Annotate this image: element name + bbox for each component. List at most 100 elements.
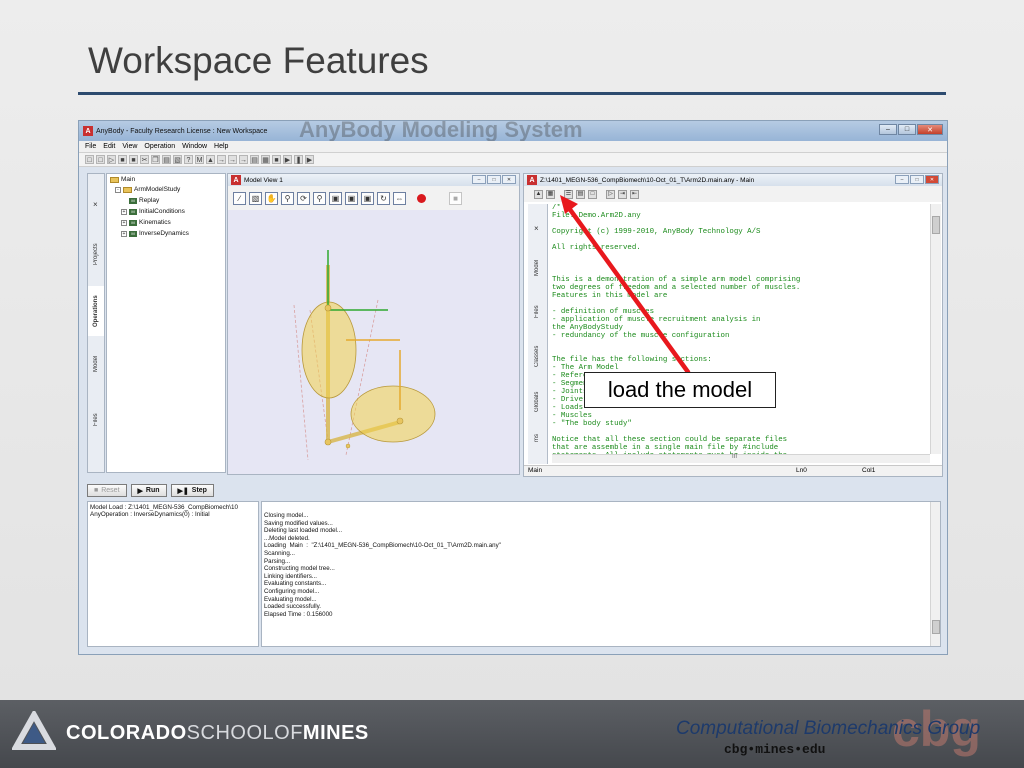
model-tree-icon[interactable]: ▦ — [546, 189, 555, 199]
play-icon[interactable]: ▶ — [283, 155, 292, 164]
tab-files[interactable]: Files — [528, 298, 546, 326]
tree-node-inversedynamics[interactable]: + M InverseDynamics — [121, 230, 189, 237]
open-file-icon[interactable]: ▷ — [606, 189, 615, 199]
tree-node-initialconditions[interactable]: + M InitialConditions — [121, 208, 185, 215]
menu-view[interactable]: View — [122, 143, 137, 150]
spin-icon[interactable]: ↻ — [377, 191, 390, 205]
copy-icon[interactable]: ❐ — [151, 155, 160, 164]
list-icon[interactable]: ☰ — [564, 189, 573, 199]
mv-close-button[interactable]: ✕ — [502, 175, 516, 184]
mv-minimize-button[interactable]: – — [472, 175, 486, 184]
model-tree-icon[interactable]: ▦ — [261, 155, 270, 164]
editor-titlebar: A Z:\1401_MEGN-536_CompBiomech\10-Oct_01… — [524, 174, 942, 186]
menu-edit[interactable]: Edit — [103, 143, 115, 150]
maximize-button[interactable]: □ — [898, 124, 916, 135]
tree-node-study[interactable]: - ArmModelStudy — [115, 186, 180, 193]
view-front-icon[interactable]: ▣ — [329, 191, 342, 205]
open-icon[interactable]: ▷ — [107, 155, 116, 164]
rotate-icon[interactable]: ⟳ — [297, 191, 310, 205]
close-button[interactable]: ✕ — [917, 124, 943, 135]
code-editor[interactable]: /* File: Demo.Arm2D.any Copyright (c) 1999… — [552, 204, 928, 454]
tab-operations[interactable]: Operations — [88, 286, 104, 336]
code-line: This is a demonstration of a simple arm … — [552, 276, 801, 284]
tab-model[interactable]: Model — [88, 346, 104, 382]
run-script-icon[interactable]: ▤ — [576, 189, 585, 199]
pause-icon[interactable]: ❚ — [294, 155, 303, 164]
tree-node-kinematics[interactable]: + M Kinematics — [121, 219, 171, 226]
school-name-part: COLORADO — [66, 722, 187, 744]
scroll-thumb[interactable] — [932, 216, 940, 234]
macro-icon[interactable]: M — [195, 155, 204, 164]
move-icon[interactable]: ⇔ — [393, 191, 406, 205]
close-panel-icon[interactable]: × — [93, 200, 98, 209]
pan-hand-icon[interactable]: ✋ — [265, 191, 278, 205]
model-view-window-buttons: – □ ✕ — [472, 175, 516, 184]
record-icon[interactable] — [417, 193, 426, 203]
ed-minimize-button[interactable]: – — [895, 175, 909, 184]
run-button[interactable]: ▶ Run — [130, 484, 167, 497]
new-main-icon[interactable]: □ — [96, 155, 105, 164]
expand-icon[interactable]: + — [121, 219, 127, 226]
scroll-thumb[interactable] — [932, 620, 940, 634]
editor-toolbar: ▲ ▦ ☰ ▤ □ ▷ ⇥ ⇤ — [524, 186, 942, 202]
tab-ms[interactable]: ms — [528, 430, 546, 446]
operations-tree: Main - ArmModelStudy M Replay + M Initia… — [106, 173, 226, 473]
step-icon-2[interactable]: → — [228, 155, 237, 164]
step-button[interactable]: ▶❚ Step — [170, 484, 214, 497]
paste-icon[interactable]: ▤ — [162, 155, 171, 164]
menu-help[interactable]: Help — [214, 143, 228, 150]
minimize-button[interactable]: – — [879, 124, 897, 135]
view-side-icon[interactable]: ▣ — [345, 191, 358, 205]
stop-record-icon[interactable]: ■ — [449, 191, 462, 205]
tree-node-main[interactable]: Main — [110, 176, 135, 183]
menu-operation[interactable]: Operation — [144, 143, 175, 150]
load-model-icon[interactable]: ▲ — [206, 155, 215, 164]
print-icon[interactable]: ▧ — [173, 155, 182, 164]
step-icon-3[interactable]: → — [239, 155, 248, 164]
axes-icon[interactable]: ∕ — [233, 191, 246, 205]
indent-icon[interactable]: ⇥ — [618, 189, 627, 199]
tab-files[interactable]: Files — [88, 402, 104, 438]
save-all-icon[interactable]: ■ — [129, 155, 138, 164]
close-panel-icon[interactable]: × — [534, 224, 539, 233]
tab-globals[interactable]: Globals — [528, 384, 546, 420]
slide-title: Workspace Features — [88, 40, 429, 81]
tab-classes[interactable]: Classes — [528, 338, 546, 374]
slide: Workspace Features A AnyBody - Faculty R… — [0, 0, 1024, 768]
editor-vertical-scrollbar[interactable] — [930, 204, 941, 454]
print-view-icon[interactable]: ▧ — [249, 191, 262, 205]
step-icon-1[interactable]: → — [217, 155, 226, 164]
log-scrollbar[interactable] — [930, 502, 940, 646]
tab-model[interactable]: Model — [528, 252, 546, 284]
new-icon[interactable]: □ — [85, 155, 94, 164]
help-icon[interactable]: ? — [184, 155, 193, 164]
tree-node-replay[interactable]: M Replay — [129, 197, 159, 204]
cut-icon[interactable]: ✂ — [140, 155, 149, 164]
load-model-icon[interactable]: ▲ — [534, 189, 543, 199]
model-view-canvas[interactable] — [228, 210, 519, 474]
reset-button[interactable]: ■ Reset — [87, 484, 127, 497]
step-forward-icon[interactable]: ▶ — [305, 155, 314, 164]
output-log[interactable]: Closing model... Saving modified values..… — [261, 501, 941, 647]
mv-restore-button[interactable]: □ — [487, 175, 501, 184]
ed-close-button[interactable]: ✕ — [925, 175, 939, 184]
view-top-icon[interactable]: ▣ — [361, 191, 374, 205]
save-icon[interactable]: ■ — [118, 155, 127, 164]
operation-icon: M — [129, 208, 137, 215]
log-line: Configuring model... — [264, 587, 320, 595]
zoom-fit-icon[interactable]: ⚲ — [313, 191, 326, 205]
tab-projects[interactable]: Projects — [88, 232, 104, 276]
expand-icon[interactable]: + — [121, 208, 127, 215]
expand-icon[interactable]: + — [121, 230, 127, 237]
editor-horizontal-scrollbar[interactable]: III — [552, 454, 930, 463]
collapse-icon[interactable]: - — [115, 186, 121, 193]
menu-window[interactable]: Window — [182, 143, 207, 150]
ed-restore-button[interactable]: □ — [910, 175, 924, 184]
menu-file[interactable]: File — [85, 143, 96, 150]
page-icon[interactable]: □ — [588, 189, 597, 199]
window-icon[interactable]: ▤ — [250, 155, 259, 164]
stop-icon[interactable]: ■ — [272, 155, 281, 164]
zoom-icon[interactable]: ⚲ — [281, 191, 294, 205]
unindent-icon[interactable]: ⇤ — [630, 189, 639, 199]
